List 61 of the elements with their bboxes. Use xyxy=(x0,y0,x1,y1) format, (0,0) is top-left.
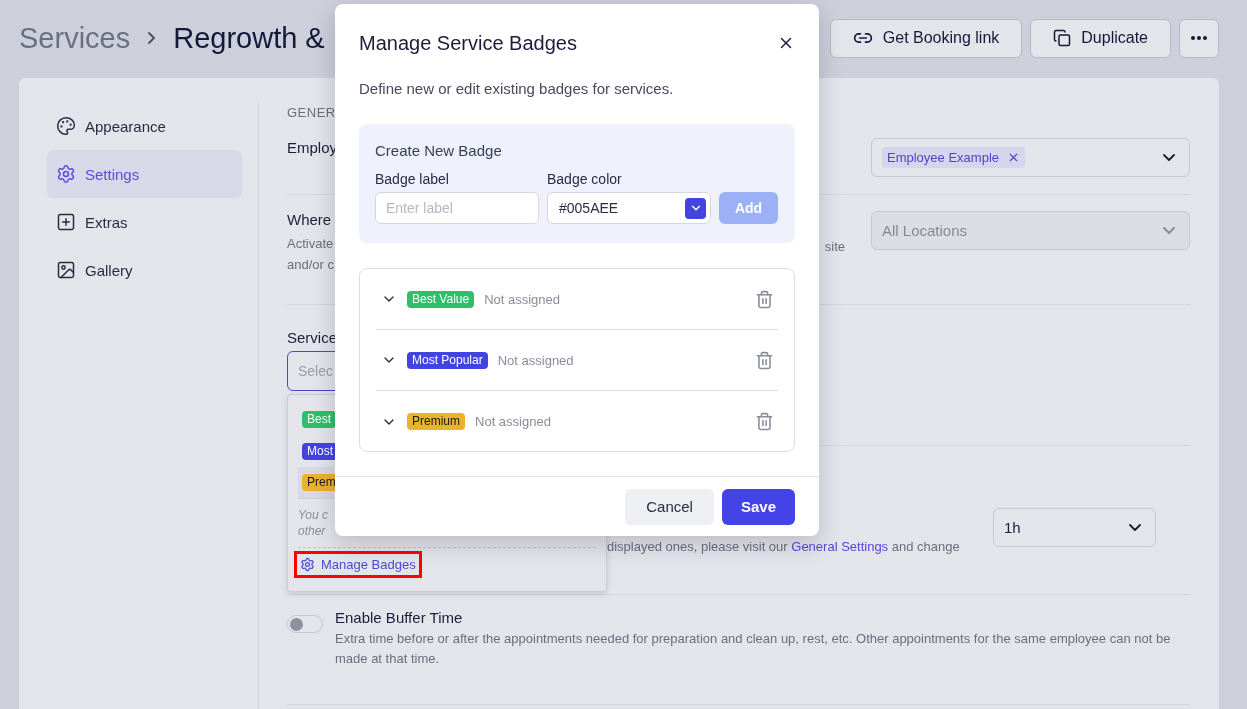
remove-icon[interactable] xyxy=(1007,151,1020,164)
field-description: Activate xyxy=(287,235,335,253)
save-button[interactable]: Save xyxy=(721,488,795,525)
delete-icon[interactable] xyxy=(755,412,774,431)
plus-square-icon xyxy=(56,212,76,232)
booking-link-button[interactable]: Get Booking link xyxy=(829,18,1023,58)
field-label: Badge label xyxy=(375,171,450,187)
delete-icon[interactable] xyxy=(755,289,774,309)
general-settings-link[interactable]: General Settings xyxy=(791,539,889,554)
field-description: and/or c xyxy=(287,256,335,274)
settings-icon xyxy=(300,557,315,572)
palette-icon xyxy=(56,116,76,136)
employee-chip: Employee Example xyxy=(882,147,1025,168)
image-icon xyxy=(56,260,76,280)
select-placeholder: Selec xyxy=(298,363,334,379)
duplicate-button[interactable]: Duplicate xyxy=(1030,18,1171,58)
manage-badges-link[interactable]: Manage Badges xyxy=(294,551,422,578)
field-label: Badge color xyxy=(547,171,623,187)
page-title: Regrowth & xyxy=(173,21,325,55)
chevron-down-icon xyxy=(1163,227,1175,234)
breadcrumb-chevron-icon xyxy=(148,32,156,44)
badge-color-select[interactable]: #005AEE xyxy=(547,192,711,224)
badge-status: Not assigned xyxy=(497,352,575,368)
badge-status: Not assigned xyxy=(484,291,562,307)
field-label: Service xyxy=(287,329,339,346)
delete-icon[interactable] xyxy=(755,350,774,370)
cancel-button[interactable]: Cancel xyxy=(625,488,714,525)
field-description: site xyxy=(824,238,845,256)
field-title: Where xyxy=(287,211,333,228)
field-label: Employ xyxy=(287,138,335,158)
field-description: displayed ones, please visit our General Settings and change xyxy=(607,538,960,556)
badge-tag: Best xyxy=(302,410,336,428)
chevron-down-icon xyxy=(685,197,706,219)
sidebar-item[interactable]: Settings xyxy=(47,150,242,198)
time-select[interactable]: 1h xyxy=(993,508,1156,547)
dialog-subtitle: Define new or edit existing badges for services. xyxy=(358,79,675,99)
sidebar-item[interactable]: Appearance xyxy=(47,102,242,150)
field-description: Extra time before or after the appointments needed for preparation and clean up, rest, etc. Other appointments for the same employee can not be made at that time. xyxy=(335,630,1171,668)
field-title: Enable Buffer Time xyxy=(335,609,464,626)
badge-tag: Most Popular xyxy=(407,351,488,369)
dialog-title: Manage Service Badges xyxy=(359,31,577,55)
buffer-toggle[interactable] xyxy=(287,615,323,633)
chevron-down-icon xyxy=(1163,154,1175,161)
badge-tag: Best Value xyxy=(407,290,475,308)
badge-status: Not assigned xyxy=(475,414,552,429)
chevron-down-icon xyxy=(1129,524,1141,531)
dropdown-note: You c xyxy=(298,507,330,523)
badge-tag: Premium xyxy=(407,413,465,430)
sidebar-item[interactable]: Extras xyxy=(47,198,242,246)
section-title: GENER xyxy=(287,104,335,122)
badge-tag: Most xyxy=(302,442,338,460)
badge-label-input[interactable]: Enter label xyxy=(375,192,539,224)
employee-select[interactable]: Employee Example xyxy=(871,138,1190,177)
more-icon xyxy=(1191,36,1207,40)
dropdown-note: other xyxy=(298,523,327,539)
dropdown-option[interactable]: Prem xyxy=(298,467,334,499)
settings-icon xyxy=(56,164,76,184)
sidebar-item[interactable]: Gallery xyxy=(47,246,242,294)
more-button[interactable] xyxy=(1179,18,1219,58)
copy-icon xyxy=(1053,29,1072,47)
panel-title: Create New Badge xyxy=(375,142,503,159)
